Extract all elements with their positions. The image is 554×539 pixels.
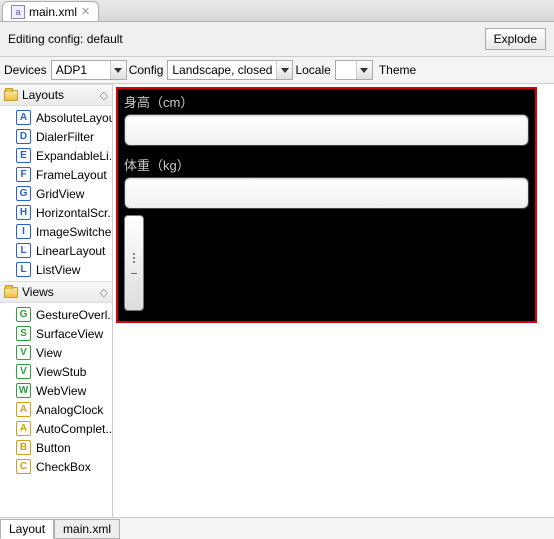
- palette-item-view[interactable]: G GestureOverl...: [0, 305, 112, 324]
- badge-icon: G: [16, 186, 31, 201]
- badge-icon: A: [16, 402, 31, 417]
- palette-item-layout[interactable]: L ListView: [0, 260, 112, 279]
- toolbar: Devices ADP1 Config Landscape, closed Lo…: [0, 56, 554, 84]
- palette: Layouts ◇ A AbsoluteLayout D DialerFilter EE…: [0, 84, 113, 517]
- palette-item-label: SurfaceView: [36, 327, 103, 341]
- palette-item-label: AbsoluteLayout: [36, 111, 112, 125]
- palette-item-layout[interactable]: E ExpandableLi...: [0, 146, 112, 165]
- config-value: Landscape, closed: [168, 63, 276, 77]
- canvas[interactable]: 身高（cm） 体重（kg）: [113, 84, 554, 517]
- editor-tab-main[interactable]: a main.xml ✕: [2, 1, 99, 21]
- views-items: G GestureOverl... S SurfaceView V View V ViewSt…: [0, 303, 112, 478]
- body: Layouts ◇ A AbsoluteLayout D DialerFilter EE…: [0, 84, 554, 517]
- palette-item-layout[interactable]: G GridView: [0, 184, 112, 203]
- locale-combo[interactable]: [335, 60, 373, 80]
- field-height-label: 身高（cm）: [118, 89, 535, 114]
- badge-icon: D: [16, 129, 31, 144]
- palette-item-layout[interactable]: I ImageSwitcher: [0, 222, 112, 241]
- palette-item-label: ListView: [36, 263, 80, 277]
- palette-item-label: LinearLayout: [36, 244, 105, 258]
- editor-tab-bar: a main.xml ✕: [0, 0, 554, 22]
- category-views[interactable]: Views ◇: [0, 281, 112, 303]
- chevron-down-icon: [356, 61, 372, 79]
- theme-label: Theme: [379, 63, 416, 77]
- palette-item-view[interactable]: S SurfaceView: [0, 324, 112, 343]
- palette-item-layout[interactable]: D DialerFilter: [0, 127, 112, 146]
- folder-icon: [4, 90, 18, 101]
- palette-item-layout[interactable]: F FrameLayout: [0, 165, 112, 184]
- category-title: Layouts: [22, 88, 64, 102]
- explode-button[interactable]: Explode: [485, 28, 546, 50]
- tab-layout[interactable]: Layout: [0, 519, 54, 539]
- palette-item-label: ExpandableLi...: [36, 149, 112, 163]
- layouts-items: A AbsoluteLayout D DialerFilter E ExpandableL…: [0, 106, 112, 281]
- palette-item-label: Button: [36, 441, 71, 455]
- close-icon[interactable]: ✕: [81, 5, 90, 18]
- badge-icon: A: [16, 421, 31, 436]
- chevron-down-icon: [110, 61, 126, 79]
- field-weight-label: 体重（kg）: [118, 152, 535, 177]
- palette-item-layout[interactable]: A AbsoluteLayout: [0, 108, 112, 127]
- palette-item-label: GestureOverl...: [36, 308, 112, 322]
- badge-icon: A: [16, 110, 31, 125]
- palette-item-view[interactable]: V ViewStub: [0, 362, 112, 381]
- device-preview: 身高（cm） 体重（kg）: [116, 87, 537, 323]
- palette-item-label: DialerFilter: [36, 130, 94, 144]
- palette-item-label: FrameLayout: [36, 168, 107, 182]
- devices-value: ADP1: [52, 63, 110, 77]
- badge-icon: E: [16, 148, 31, 163]
- palette-item-label: AutoComplet...: [36, 422, 112, 436]
- badge-icon: C: [16, 459, 31, 474]
- palette-item-label: CheckBox: [36, 460, 91, 474]
- palette-item-label: ViewStub: [36, 365, 86, 379]
- category-title: Views: [22, 285, 54, 299]
- tab-filename: main.xml: [29, 5, 77, 19]
- badge-icon: G: [16, 307, 31, 322]
- collapse-icon[interactable]: ◇: [100, 286, 108, 299]
- badge-icon: V: [16, 345, 31, 360]
- palette-item-view[interactable]: V View: [0, 343, 112, 362]
- badge-icon: L: [16, 243, 31, 258]
- badge-icon: B: [16, 440, 31, 455]
- device-button[interactable]: [124, 215, 144, 311]
- palette-item-label: View: [36, 346, 62, 360]
- palette-item-view[interactable]: B Button: [0, 438, 112, 457]
- palette-item-view[interactable]: A AutoComplet...: [0, 419, 112, 438]
- palette-item-label: ImageSwitcher: [36, 225, 112, 239]
- devices-label: Devices: [4, 63, 47, 77]
- folder-icon: [4, 287, 18, 298]
- palette-item-layout[interactable]: H HorizontalScr...: [0, 203, 112, 222]
- badge-icon: S: [16, 326, 31, 341]
- config-label2: Config: [129, 63, 164, 77]
- collapse-icon[interactable]: ◇: [100, 89, 108, 102]
- chevron-down-icon: [276, 61, 292, 79]
- field-height-input[interactable]: [124, 114, 529, 146]
- palette-item-label: HorizontalScr...: [36, 206, 112, 220]
- palette-item-label: GridView: [36, 187, 84, 201]
- badge-icon: V: [16, 364, 31, 379]
- config-label: Editing config: default: [8, 32, 123, 46]
- config-combo[interactable]: Landscape, closed: [167, 60, 293, 80]
- config-row: Editing config: default Explode: [0, 22, 554, 56]
- palette-item-view[interactable]: A AnalogClock: [0, 400, 112, 419]
- palette-item-view[interactable]: W WebView: [0, 381, 112, 400]
- badge-icon: L: [16, 262, 31, 277]
- bottom-tab-bar: Layout main.xml: [0, 517, 554, 539]
- palette-item-label: AnalogClock: [36, 403, 103, 417]
- tab-source[interactable]: main.xml: [54, 519, 120, 539]
- palette-item-view[interactable]: C CheckBox: [0, 457, 112, 476]
- locale-label: Locale: [295, 63, 330, 77]
- category-layouts[interactable]: Layouts ◇: [0, 84, 112, 106]
- palette-item-layout[interactable]: L LinearLayout: [0, 241, 112, 260]
- devices-combo[interactable]: ADP1: [51, 60, 127, 80]
- palette-item-label: WebView: [36, 384, 86, 398]
- badge-icon: I: [16, 224, 31, 239]
- file-icon: a: [11, 5, 25, 19]
- badge-icon: F: [16, 167, 31, 182]
- badge-icon: W: [16, 383, 31, 398]
- badge-icon: H: [16, 205, 31, 220]
- field-weight-input[interactable]: [124, 177, 529, 209]
